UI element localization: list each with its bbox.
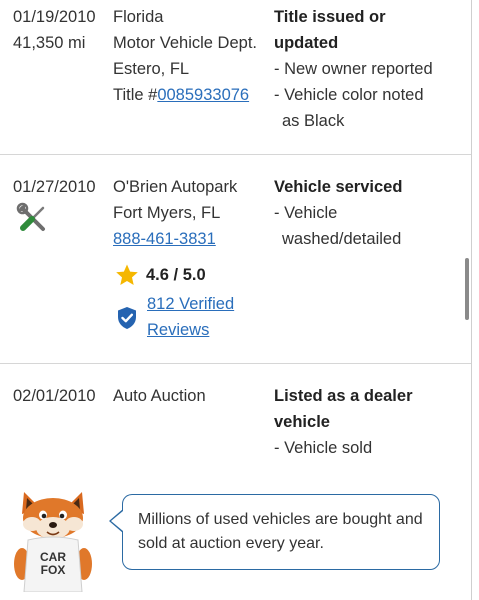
mascot-shirt-text: FOX [41,563,66,577]
title-number-row: Title #0085933076 [113,82,249,108]
rating-value: 4.6 / 5.0 [146,266,206,284]
source-name: Auto Auction [113,387,206,405]
event-title: Title issued or [274,8,386,26]
tip-text: Millions of used vehicles are bought and… [138,511,423,552]
source-name: Florida [113,8,164,26]
event-detail: - Vehicle sold [274,439,373,457]
reviews-link[interactable]: Reviews [147,317,209,343]
event-title: vehicle [274,413,330,431]
event-title: updated [274,34,339,52]
history-record-1: 01/19/2010 41,350 mi Florida Motor Vehic… [0,0,471,154]
history-record-2: 01/27/2010 O'Brien Autopark Fort Myers, … [0,155,471,363]
event-detail: - New owner reported [274,60,433,78]
source-location: Estero, FL [113,60,190,78]
verified-shield-icon [118,307,136,329]
event-title: Vehicle serviced [274,178,403,196]
source-name: Motor Vehicle Dept. [113,34,257,52]
source-name: O'Brien Autopark [113,178,238,196]
event-detail: - Vehicle [274,204,338,222]
star-icon [116,264,138,285]
source-location: Fort Myers, FL [113,204,221,222]
panel-right-border [471,0,472,600]
event-detail: washed/detailed [282,230,402,248]
speech-bubble-pointer-fill [111,511,123,531]
carfox-mascot-icon: CAR FOX [14,492,92,592]
title-number-link[interactable]: 0085933076 [157,86,249,104]
event-title: Listed as a dealer [274,387,413,405]
event-detail: - Vehicle color noted [274,86,424,104]
scrollbar-thumb[interactable] [465,258,469,320]
mascot-shirt-text: CAR [40,550,66,564]
record-date: 02/01/2010 [13,387,96,405]
record-mileage: 41,350 mi [13,34,86,52]
event-detail: as Black [282,112,345,130]
phone-link[interactable]: 888-461-3831 [113,226,216,252]
title-number-label: Title # [113,86,158,104]
wrench-screwdriver-icon [16,202,45,231]
record-date: 01/19/2010 [13,8,96,26]
record-date: 01/27/2010 [13,178,96,196]
reviews-link[interactable]: 812 Verified [147,291,234,317]
vehicle-history-panel: 01/19/2010 41,350 mi Florida Motor Vehic… [0,0,471,600]
